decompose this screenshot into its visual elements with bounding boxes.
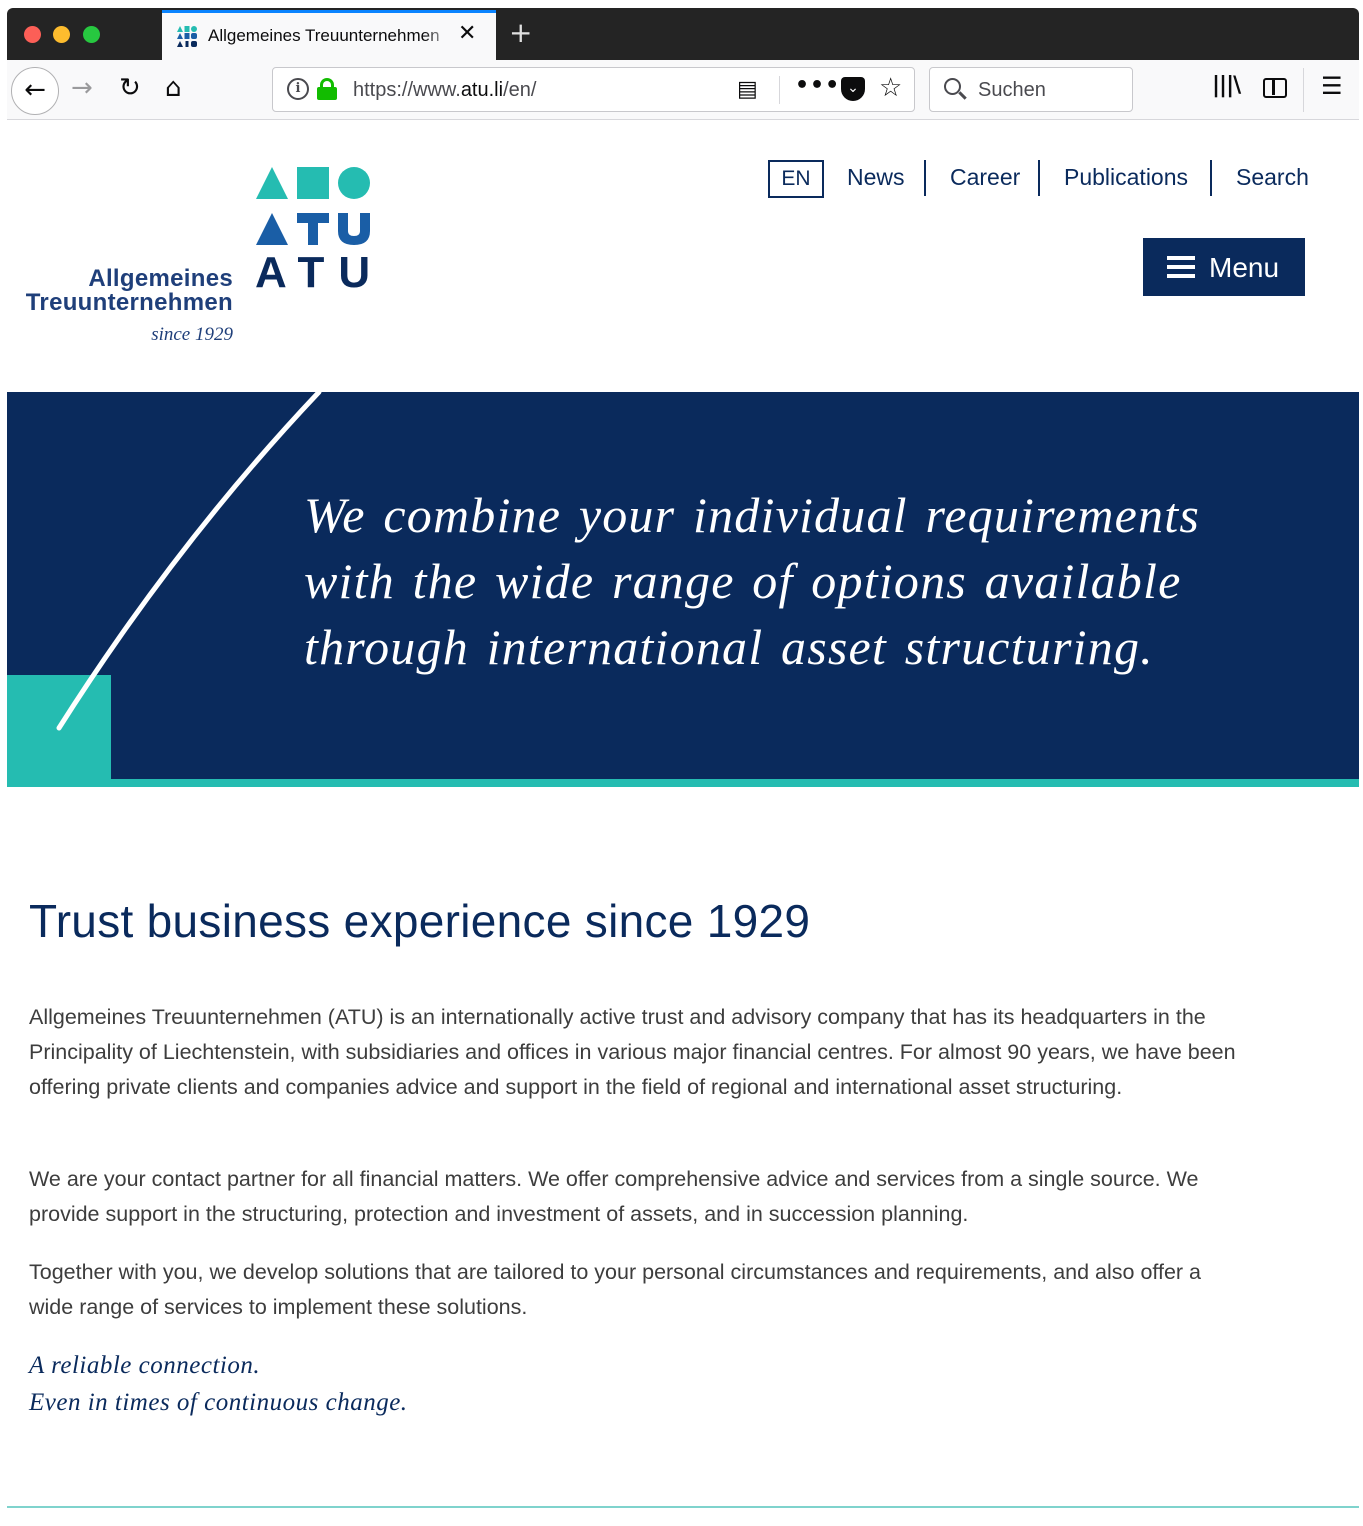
url-text[interactable]: https://www.atu.li/en/ (353, 79, 536, 102)
atu-wordmark: ATU (255, 248, 385, 297)
hero-bottom-bar (7, 779, 1359, 787)
hero-quote: We combine your individual requirements … (304, 487, 1200, 675)
title-bar: Allgemeines Treuunternehmen ✕ + (7, 8, 1359, 60)
zoom-window-button[interactable] (83, 26, 100, 43)
url-bar[interactable]: i https://www.atu.li/en/ ▤ ••• ⌄ ☆ (272, 67, 915, 112)
library-icon[interactable]: |||\ (1212, 73, 1241, 98)
back-arrow-icon[interactable]: ← (11, 67, 59, 115)
nav-divider (1038, 160, 1040, 196)
menu-button[interactable]: Menu (1143, 238, 1305, 296)
lock-icon[interactable] (317, 78, 337, 100)
nav-link-career[interactable]: Career (950, 164, 1020, 191)
reader-view-icon[interactable]: ▤ (737, 77, 758, 102)
page-heading: Trust business experience since 1929 (29, 895, 811, 947)
services-paragraph: We are your contact partner for all fina… (29, 1167, 1199, 1226)
search-icon (944, 78, 967, 102)
url-domain: atu.li (460, 79, 504, 101)
hero-banner: We combine your individual requirements … (7, 392, 1359, 787)
slogan-line-1: A reliable connection. (29, 1352, 261, 1379)
forward-arrow-icon[interactable]: → (71, 73, 93, 103)
minimize-window-button[interactable] (53, 26, 70, 43)
intro-paragraph: Allgemeines Treuunternehmen (ATU) is an … (29, 1005, 1236, 1099)
sidebar-icon[interactable] (1263, 78, 1287, 98)
tab-close-icon[interactable]: ✕ (458, 21, 476, 46)
pocket-icon[interactable]: ⌄ (841, 77, 865, 101)
web-page: Allgemeines Treuunternehmen since 1929 A… (7, 120, 1359, 1526)
tab-atu[interactable]: Allgemeines Treuunternehmen ✕ (162, 10, 496, 60)
nav-link-news[interactable]: News (847, 164, 905, 191)
menu-hamburger-icon (1167, 256, 1195, 278)
bookmark-star-icon[interactable]: ☆ (879, 73, 902, 103)
new-tab-button[interactable]: + (509, 16, 532, 49)
section-divider (7, 1506, 1359, 1508)
url-prefix: https://www. (353, 79, 461, 101)
solutions-paragraph: Together with you, we develop solutions … (29, 1260, 1202, 1319)
nav-divider (924, 160, 926, 196)
brand-line-2: Treuunternehmen (25, 289, 233, 316)
language-switcher[interactable]: EN (768, 160, 824, 198)
nav-divider (1210, 160, 1212, 196)
menu-label: Menu (1209, 252, 1280, 283)
info-icon[interactable]: i (287, 78, 309, 100)
more-actions-icon[interactable]: ••• (795, 73, 840, 98)
browser-window: Allgemeines Treuunternehmen ✕ + ← → ↻ ⌂ … (7, 8, 1359, 1526)
tab-title-fade (424, 19, 454, 55)
url-bar-divider (779, 76, 780, 104)
url-path: /en/ (503, 79, 537, 101)
atu-favicon-icon (177, 26, 197, 47)
reload-icon[interactable]: ↻ (119, 73, 141, 103)
search-placeholder: Suchen (978, 79, 1046, 101)
brand-since: since 1929 (151, 324, 233, 345)
hamburger-menu-icon[interactable]: ☰ (1321, 72, 1343, 100)
slogan-line-2: Even in times of continuous change. (29, 1389, 408, 1416)
nav-link-search[interactable]: Search (1236, 164, 1309, 191)
toolbar-divider (1303, 68, 1304, 112)
navigation-toolbar: ← → ↻ ⌂ i https://www.atu.li/en/ ▤ ••• ⌄… (7, 60, 1359, 120)
tab-title: Allgemeines Treuunternehmen (208, 26, 440, 45)
nav-link-publications[interactable]: Publications (1064, 164, 1188, 191)
close-window-button[interactable] (24, 26, 41, 43)
home-icon[interactable]: ⌂ (165, 73, 182, 103)
search-input[interactable]: Suchen (929, 67, 1133, 112)
